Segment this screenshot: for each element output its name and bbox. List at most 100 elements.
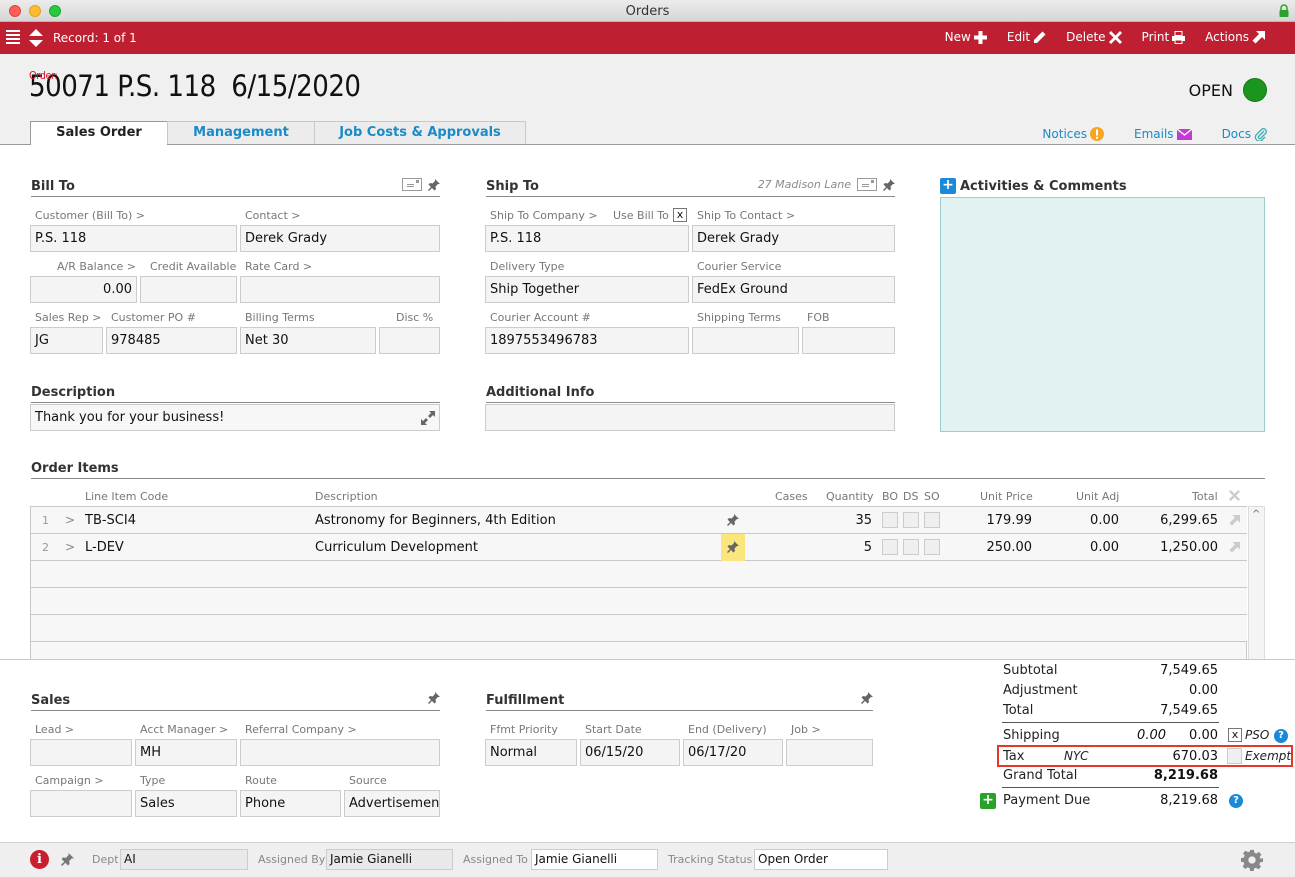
pin-icon[interactable] xyxy=(61,853,74,866)
scroll-up-icon[interactable]: ^ xyxy=(1252,509,1260,520)
source-field[interactable]: Advertisemen xyxy=(344,790,440,817)
type-field[interactable]: Sales xyxy=(135,790,237,817)
line-item-description[interactable]: Astronomy for Beginners, 4th Edition xyxy=(315,513,556,528)
address-card-icon[interactable] xyxy=(402,178,422,191)
ship-to-contact-label[interactable]: Ship To Contact > xyxy=(697,209,795,222)
assigned-to-field[interactable]: Jamie Gianelli xyxy=(531,849,658,870)
referral-company-field[interactable] xyxy=(240,739,440,766)
bo-checkbox[interactable] xyxy=(882,539,898,555)
line-item-quantity[interactable]: 5 xyxy=(864,540,872,555)
line-item-code[interactable]: L-DEV xyxy=(85,540,124,555)
line-item-unit-price[interactable]: 250.00 xyxy=(987,540,1033,555)
job-label[interactable]: Job > xyxy=(791,723,821,736)
sales-rep-label[interactable]: Sales Rep > xyxy=(35,311,101,324)
items-scrollbar[interactable]: ^ xyxy=(1248,506,1265,660)
end-delivery-field[interactable]: 06/17/20 xyxy=(683,739,783,766)
empty-row[interactable] xyxy=(31,561,1247,588)
info-icon[interactable]: i xyxy=(30,850,49,869)
tab-job-costs-approvals[interactable]: Job Costs & Approvals xyxy=(314,121,526,144)
emails-link[interactable]: Emails xyxy=(1134,127,1192,141)
line-item-unit-price[interactable]: 179.99 xyxy=(987,513,1033,528)
expand-row-icon[interactable]: > xyxy=(65,513,75,527)
billing-terms-field[interactable]: Net 30 xyxy=(240,327,376,354)
address-card-icon[interactable] xyxy=(857,178,877,191)
line-item-quantity[interactable]: 35 xyxy=(855,513,872,528)
so-checkbox[interactable] xyxy=(924,539,940,555)
bo-checkbox[interactable] xyxy=(882,512,898,528)
expand-icon[interactable] xyxy=(421,411,435,425)
ds-checkbox[interactable] xyxy=(903,539,919,555)
print-button[interactable]: Print xyxy=(1142,30,1186,44)
pin-icon[interactable] xyxy=(883,178,895,191)
start-date-field[interactable]: 06/15/20 xyxy=(580,739,680,766)
ffmt-priority-field[interactable]: Normal xyxy=(485,739,577,766)
docs-link[interactable]: Docs xyxy=(1222,127,1267,141)
pin-icon[interactable] xyxy=(428,692,440,704)
open-item-icon[interactable] xyxy=(1229,542,1240,553)
tab-management[interactable]: Management xyxy=(167,121,315,144)
open-item-icon[interactable] xyxy=(1229,515,1240,526)
expand-row-icon[interactable]: > xyxy=(65,540,75,554)
contact-label[interactable]: Contact > xyxy=(245,209,301,222)
add-payment-icon[interactable]: + xyxy=(980,793,996,809)
pin-icon[interactable] xyxy=(727,541,739,553)
campaign-label[interactable]: Campaign > xyxy=(35,774,104,787)
record-navigator-icon[interactable] xyxy=(29,29,43,47)
gear-icon[interactable] xyxy=(1241,849,1263,871)
activities-panel[interactable] xyxy=(940,197,1265,432)
disc-field[interactable] xyxy=(379,327,440,354)
shipping-estimate[interactable]: 0.00 xyxy=(1137,728,1166,743)
pin-icon[interactable] xyxy=(861,692,873,704)
acct-manager-label[interactable]: Acct Manager > xyxy=(140,723,228,736)
courier-service-field[interactable]: FedEx Ground xyxy=(692,276,895,303)
table-row[interactable]: 1 > TB-SCI4 Astronomy for Beginners, 4th… xyxy=(31,507,1247,534)
dept-field[interactable]: AI xyxy=(120,849,248,870)
ship-to-contact-field[interactable]: Derek Grady xyxy=(692,225,895,252)
shipping-value[interactable]: 0.00 xyxy=(1189,728,1218,743)
exempt-checkbox[interactable] xyxy=(1227,748,1242,764)
empty-row[interactable] xyxy=(31,588,1247,615)
rate-card-field[interactable] xyxy=(240,276,440,303)
sales-rep-field[interactable]: JG xyxy=(30,327,103,354)
campaign-field[interactable] xyxy=(30,790,132,817)
lead-field[interactable] xyxy=(30,739,132,766)
adjustment-value[interactable]: 0.00 xyxy=(1189,683,1218,698)
actions-button[interactable]: Actions xyxy=(1205,30,1265,44)
shipping-terms-field[interactable] xyxy=(692,327,799,354)
ar-balance-field[interactable]: 0.00 xyxy=(30,276,137,303)
additional-info-field[interactable] xyxy=(485,404,895,431)
add-activity-icon[interactable]: + xyxy=(940,178,956,194)
ar-balance-label[interactable]: A/R Balance > xyxy=(57,260,136,273)
so-checkbox[interactable] xyxy=(924,512,940,528)
new-button[interactable]: New xyxy=(945,30,987,44)
lead-label[interactable]: Lead > xyxy=(35,723,74,736)
job-field[interactable] xyxy=(786,739,873,766)
courier-account-field[interactable]: 1897553496783 xyxy=(485,327,689,354)
referral-company-label[interactable]: Referral Company > xyxy=(245,723,357,736)
line-item-unit-adj[interactable]: 0.00 xyxy=(1090,513,1119,528)
fob-field[interactable] xyxy=(802,327,895,354)
menu-icon[interactable] xyxy=(6,30,20,44)
pin-icon[interactable] xyxy=(727,514,739,526)
line-item-unit-adj[interactable]: 0.00 xyxy=(1090,540,1119,555)
pso-help-icon[interactable]: ? xyxy=(1274,729,1288,743)
payment-help-icon[interactable]: ? xyxy=(1229,794,1243,808)
notices-link[interactable]: Notices xyxy=(1042,127,1105,141)
pin-icon[interactable] xyxy=(428,178,440,191)
ship-to-company-label[interactable]: Ship To Company > xyxy=(490,209,598,222)
ds-checkbox[interactable] xyxy=(903,512,919,528)
contact-field[interactable]: Derek Grady xyxy=(240,225,440,252)
use-bill-to-checkbox[interactable]: x xyxy=(673,208,687,222)
empty-row[interactable] xyxy=(31,615,1247,642)
credit-available-field[interactable] xyxy=(140,276,237,303)
edit-button[interactable]: Edit xyxy=(1007,30,1046,44)
delete-all-items-icon[interactable] xyxy=(1229,490,1240,501)
ship-to-company-field[interactable]: P.S. 118 xyxy=(485,225,689,252)
tracking-status-field[interactable]: Open Order xyxy=(754,849,888,870)
tax-region[interactable]: NYC xyxy=(1064,749,1088,763)
delete-button[interactable]: Delete xyxy=(1066,30,1122,44)
line-item-description[interactable]: Curriculum Development xyxy=(315,540,478,555)
customer-po-field[interactable]: 978485 xyxy=(106,327,237,354)
route-field[interactable]: Phone xyxy=(240,790,341,817)
delivery-type-field[interactable]: Ship Together xyxy=(485,276,689,303)
